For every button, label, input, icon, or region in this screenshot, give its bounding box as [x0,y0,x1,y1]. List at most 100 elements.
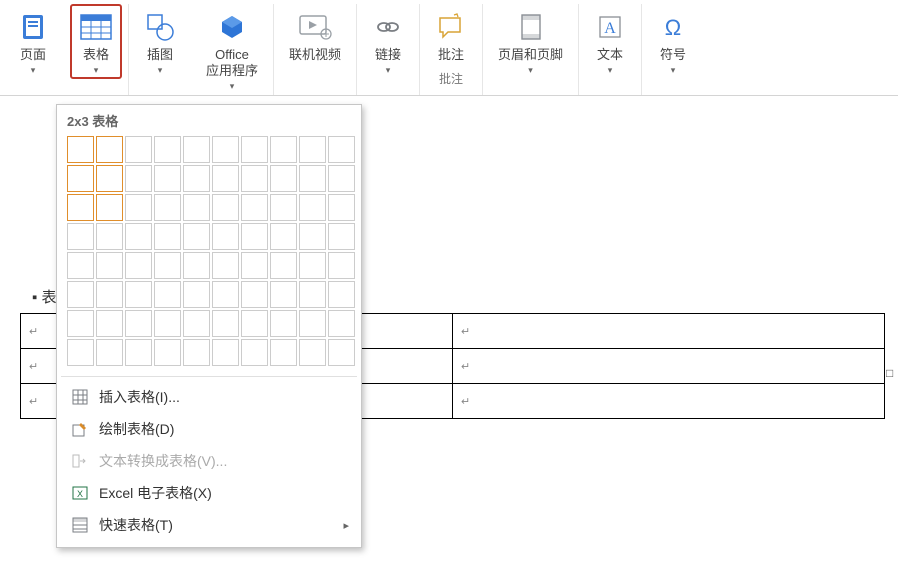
office-apps-button[interactable]: Office 应用程序 ▾ [197,4,267,95]
grid-cell[interactable] [212,252,239,279]
grid-cell[interactable] [241,165,268,192]
grid-cell[interactable] [212,339,239,366]
menu-excel-spreadsheet[interactable]: X Excel 电子表格(X) [57,477,361,509]
grid-cell[interactable] [328,310,355,337]
grid-cell[interactable] [154,194,181,221]
grid-cell[interactable] [67,165,94,192]
grid-cell[interactable] [183,223,210,250]
grid-cell[interactable] [125,310,152,337]
grid-cell[interactable] [183,339,210,366]
table-button[interactable]: 表格 ▾ [70,4,122,79]
grid-cell[interactable] [183,136,210,163]
grid-cell[interactable] [328,136,355,163]
grid-cell[interactable] [125,165,152,192]
grid-cell[interactable] [67,281,94,308]
grid-cell[interactable] [299,165,326,192]
grid-cell[interactable] [212,281,239,308]
grid-cell[interactable] [212,136,239,163]
grid-cell[interactable] [96,281,123,308]
grid-cell[interactable] [183,194,210,221]
grid-cell[interactable] [96,194,123,221]
grid-cell[interactable] [154,165,181,192]
online-video-button[interactable]: 联机视频 [280,4,350,66]
menu-insert-table[interactable]: 插入表格(I)... [57,381,361,413]
table-cell[interactable]: ↵ [453,314,885,349]
grid-cell[interactable] [125,339,152,366]
table-size-grid[interactable] [57,136,361,374]
grid-cell[interactable] [154,136,181,163]
grid-cell[interactable] [299,223,326,250]
grid-cell[interactable] [299,339,326,366]
grid-cell[interactable] [67,339,94,366]
grid-cell[interactable] [125,223,152,250]
grid-cell[interactable] [67,252,94,279]
grid-cell[interactable] [154,310,181,337]
grid-cell[interactable] [183,281,210,308]
table-cell[interactable]: ↵ [453,384,885,419]
grid-cell[interactable] [270,252,297,279]
grid-cell[interactable] [154,223,181,250]
grid-cell[interactable] [96,223,123,250]
grid-cell[interactable] [241,252,268,279]
grid-cell[interactable] [299,281,326,308]
grid-cell[interactable] [154,252,181,279]
grid-cell[interactable] [270,223,297,250]
table-cell[interactable]: ↵ [453,349,885,384]
table-label: 表格 [83,47,109,63]
grid-cell[interactable] [241,281,268,308]
grid-cell[interactable] [67,310,94,337]
grid-cell[interactable] [212,165,239,192]
grid-cell[interactable] [96,165,123,192]
grid-cell[interactable] [96,136,123,163]
menu-draw-table[interactable]: 绘制表格(D) [57,413,361,445]
grid-cell[interactable] [154,339,181,366]
grid-cell[interactable] [270,194,297,221]
grid-cell[interactable] [299,194,326,221]
grid-cell[interactable] [270,281,297,308]
header-footer-button[interactable]: 页眉和页脚 ▾ [489,4,572,79]
grid-cell[interactable] [125,252,152,279]
menu-quick-tables[interactable]: 快速表格(T) ▸ [57,509,361,541]
page-icon [19,9,47,45]
grid-cell[interactable] [241,223,268,250]
grid-cell[interactable] [212,223,239,250]
comment-button[interactable]: 批注 [426,4,476,66]
text-button[interactable]: A 文本 ▾ [585,4,635,79]
grid-cell[interactable] [328,281,355,308]
grid-cell[interactable] [328,194,355,221]
grid-cell[interactable] [270,136,297,163]
grid-cell[interactable] [299,252,326,279]
grid-cell[interactable] [67,136,94,163]
grid-cell[interactable] [183,310,210,337]
grid-cell[interactable] [183,165,210,192]
grid-cell[interactable] [270,310,297,337]
grid-cell[interactable] [328,165,355,192]
link-button[interactable]: 链接 ▾ [363,4,413,79]
page-button[interactable]: 页面 ▾ [8,4,58,79]
grid-cell[interactable] [96,252,123,279]
symbol-button[interactable]: Ω 符号 ▾ [648,4,698,79]
grid-cell[interactable] [270,165,297,192]
grid-cell[interactable] [183,252,210,279]
grid-cell[interactable] [125,136,152,163]
grid-cell[interactable] [154,281,181,308]
grid-cell[interactable] [125,194,152,221]
grid-cell[interactable] [241,310,268,337]
grid-cell[interactable] [270,339,297,366]
grid-cell[interactable] [96,339,123,366]
grid-cell[interactable] [96,310,123,337]
grid-cell[interactable] [328,252,355,279]
grid-cell[interactable] [299,310,326,337]
grid-cell[interactable] [212,194,239,221]
grid-cell[interactable] [241,136,268,163]
grid-cell[interactable] [328,223,355,250]
grid-cell[interactable] [241,194,268,221]
grid-cell[interactable] [125,281,152,308]
grid-cell[interactable] [212,310,239,337]
grid-cell[interactable] [67,223,94,250]
grid-cell[interactable] [241,339,268,366]
grid-cell[interactable] [328,339,355,366]
grid-cell[interactable] [67,194,94,221]
grid-cell[interactable] [299,136,326,163]
illustration-button[interactable]: 插图 ▾ [135,4,185,79]
